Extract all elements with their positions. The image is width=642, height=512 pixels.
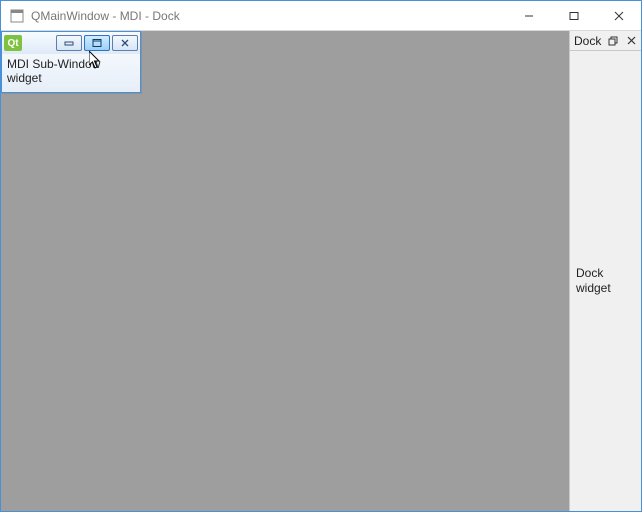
window-title: QMainWindow - MDI - Dock <box>31 9 180 23</box>
dock-widget: Dock Dock widget <box>569 31 641 511</box>
mdi-area[interactable]: Qt <box>1 31 569 511</box>
qt-logo-icon: Qt <box>4 35 22 51</box>
dock-body-label: Dock widget <box>576 266 635 296</box>
client-area: Qt <box>1 31 641 511</box>
subwindow-minimize-button[interactable] <box>56 35 82 51</box>
minimize-button[interactable] <box>506 1 551 30</box>
dock-title-label: Dock <box>574 34 603 48</box>
maximize-button[interactable] <box>551 1 596 30</box>
subwindow-maximize-button[interactable] <box>84 35 110 51</box>
main-window-titlebar: QMainWindow - MDI - Dock <box>1 1 641 31</box>
app-icon <box>9 8 25 24</box>
dock-titlebar[interactable]: Dock <box>570 31 641 51</box>
close-button[interactable] <box>596 1 641 30</box>
mdi-subwindow[interactable]: Qt <box>1 31 141 93</box>
dock-body: Dock widget <box>570 51 641 511</box>
mdi-subwindow-body: MDI Sub-Window widget <box>2 54 140 92</box>
dock-float-button[interactable] <box>605 34 621 48</box>
subwindow-close-button[interactable] <box>112 35 138 51</box>
dock-close-button[interactable] <box>623 34 639 48</box>
mdi-subwindow-titlebar[interactable]: Qt <box>2 32 140 54</box>
